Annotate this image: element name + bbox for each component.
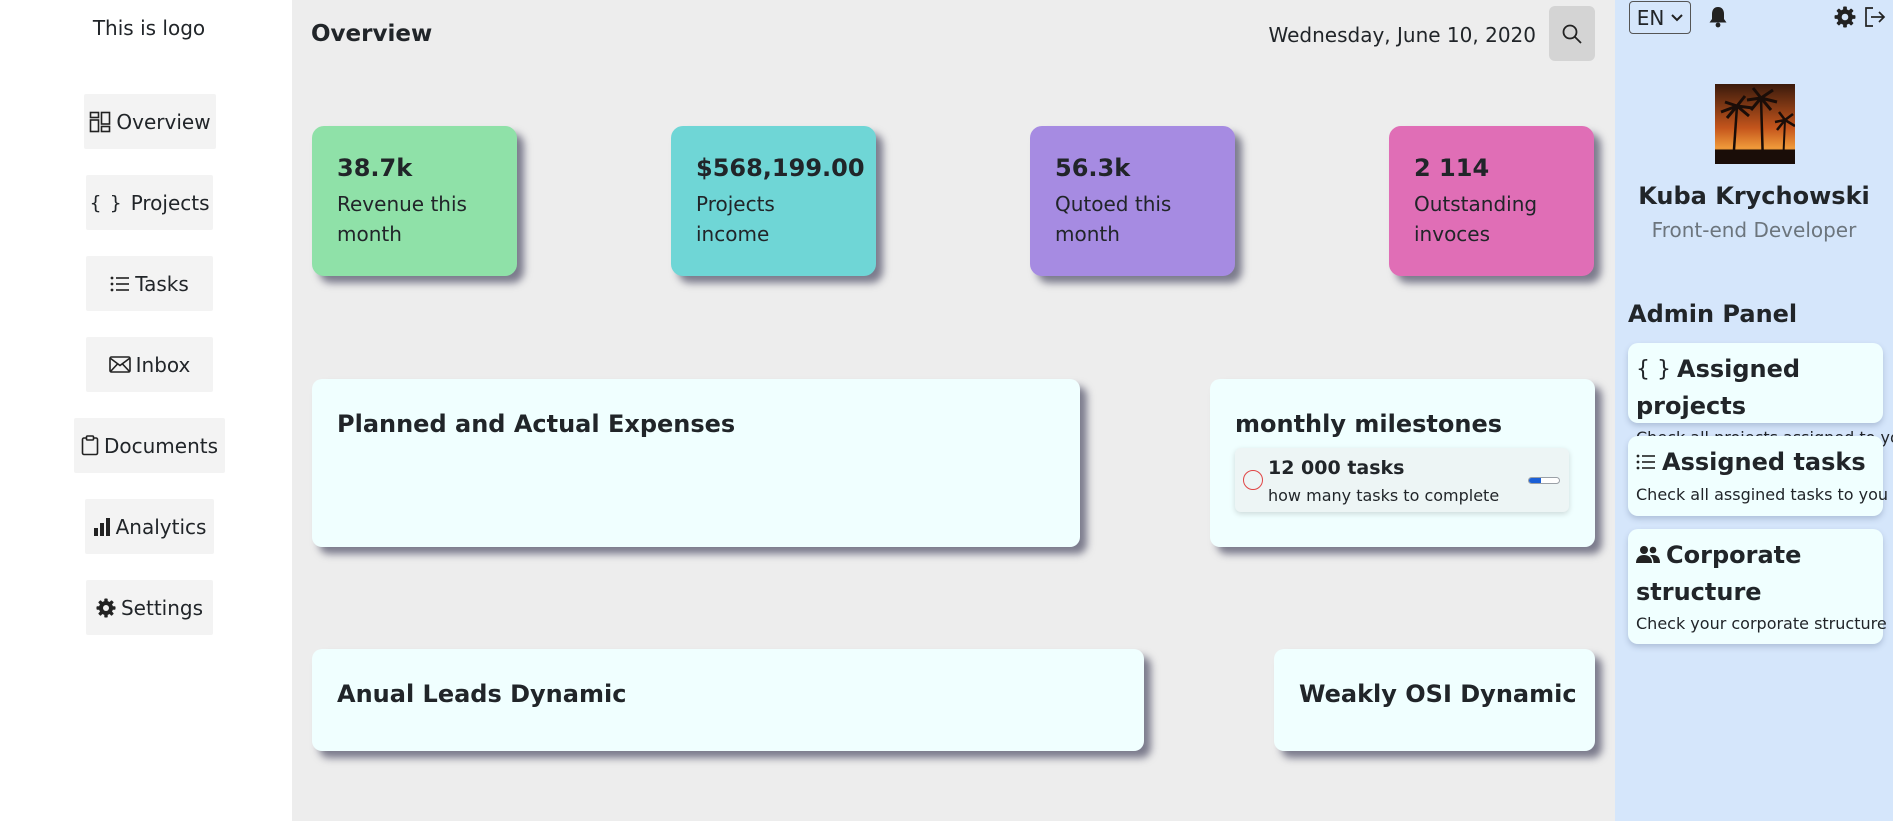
expenses-panel-title: Planned and Actual Expenses [337, 410, 736, 438]
stat-label: Revenue this month [337, 191, 467, 246]
sidebar-item-label: Settings [120, 595, 204, 620]
current-date: Wednesday, June 10, 2020 [1268, 23, 1536, 47]
search-button[interactable] [1549, 6, 1595, 61]
page-title: Overview [311, 21, 433, 47]
sidebar-item-documents[interactable]: Documents [74, 418, 225, 473]
milestones-panel: monthly milestones 12 000 tasks how many… [1210, 379, 1595, 547]
search-icon [1562, 24, 1582, 44]
envelope-icon [108, 356, 131, 373]
stat-card-quoted: 56.3k Qutoed this month [1030, 126, 1235, 276]
braces-icon: { } [1636, 357, 1671, 382]
list-icon [1636, 445, 1656, 481]
assigned-tasks-title: Assigned tasks [1662, 448, 1866, 476]
milestones-panel-title: monthly milestones [1235, 410, 1502, 438]
settings-gear-icon[interactable] [1834, 6, 1856, 28]
gear-icon [96, 598, 116, 618]
stat-value: 2 114 [1414, 154, 1490, 182]
language-value: EN [1636, 5, 1665, 30]
sidebar-item-label: Analytics [115, 514, 207, 539]
milestone-checkbox[interactable] [1243, 470, 1263, 490]
stat-card-projects-income: $568,199.00 Projects income [671, 126, 876, 276]
corporate-structure-title: Corporate structure [1636, 541, 1802, 606]
corporate-structure-card[interactable]: Corporate structure Check your corporate… [1628, 529, 1887, 644]
stat-label: Projects income [696, 191, 775, 246]
sidebar-item-label: Inbox [135, 352, 191, 377]
admin-panel-title: Admin Panel [1628, 300, 1798, 328]
milestone-progress-fill [1529, 478, 1541, 483]
osi-panel: Weakly OSI Dynamic [1274, 649, 1595, 751]
expenses-panel: Planned and Actual Expenses [312, 379, 1080, 547]
milestone-progress-bar [1528, 477, 1560, 484]
sidebar-item-settings[interactable]: Settings [86, 580, 213, 635]
logo: This is logo [92, 16, 206, 40]
bar-chart-icon [93, 517, 111, 536]
braces-icon: { } [89, 191, 123, 214]
stat-card-outstanding-invoices: 2 114 Outstanding invoces [1389, 126, 1594, 276]
avatar [1715, 84, 1795, 164]
assigned-projects-card[interactable]: { }Assigned projects Check all projects … [1628, 343, 1893, 447]
assigned-tasks-card[interactable]: Assigned tasks Check all assgined tasks … [1628, 436, 1889, 516]
clipboard-icon [81, 435, 99, 456]
logout-icon[interactable] [1864, 7, 1886, 27]
sidebar-item-label: Overview [116, 109, 211, 134]
sidebar-item-label: Tasks [135, 271, 189, 296]
stat-value: 56.3k [1055, 154, 1131, 182]
bell-icon[interactable] [1708, 6, 1728, 28]
assigned-tasks-description: Check all assgined tasks to you [1636, 485, 1889, 504]
user-name: Kuba Krychowski [1638, 182, 1870, 210]
sidebar-item-label: Documents [103, 433, 219, 458]
sidebar: This is logo Overview { } Projects Tasks [0, 0, 292, 821]
stat-value: 38.7k [337, 154, 413, 182]
leads-panel-title: Anual Leads Dynamic [337, 680, 627, 708]
milestone-subtitle: how many tasks to complete [1268, 486, 1500, 505]
list-icon [110, 275, 130, 293]
sidebar-item-projects[interactable]: { } Projects [86, 175, 213, 230]
stat-card-revenue: 38.7k Revenue this month [312, 126, 517, 276]
sidebar-item-tasks[interactable]: Tasks [86, 256, 213, 311]
sidebar-item-analytics[interactable]: Analytics [85, 499, 214, 554]
sidebar-item-overview[interactable]: Overview [84, 94, 216, 149]
milestone-title: 12 000 tasks [1268, 457, 1405, 479]
stat-label: Outstanding invoces [1414, 191, 1538, 246]
overview-grid-icon [89, 111, 111, 133]
main-content: Overview Wednesday, June 10, 2020 38.7k … [292, 0, 1615, 821]
corporate-structure-description: Check your corporate structure [1636, 614, 1887, 633]
people-icon [1636, 538, 1660, 574]
sidebar-item-label: Projects [130, 190, 210, 215]
user-role: Front-end Developer [1651, 218, 1857, 242]
right-panel: EN Kuba Krychowski Front-end Developer A… [1615, 0, 1893, 821]
stat-label: Qutoed this month [1055, 191, 1172, 246]
sidebar-item-inbox[interactable]: Inbox [86, 337, 213, 392]
language-select[interactable]: EN [1629, 1, 1691, 34]
leads-panel: Anual Leads Dynamic [312, 649, 1144, 751]
milestone-item[interactable]: 12 000 tasks how many tasks to complete [1235, 448, 1569, 512]
osi-panel-title: Weakly OSI Dynamic [1299, 680, 1577, 708]
stat-value: $568,199.00 [696, 154, 865, 182]
chevron-down-icon [1671, 13, 1684, 22]
